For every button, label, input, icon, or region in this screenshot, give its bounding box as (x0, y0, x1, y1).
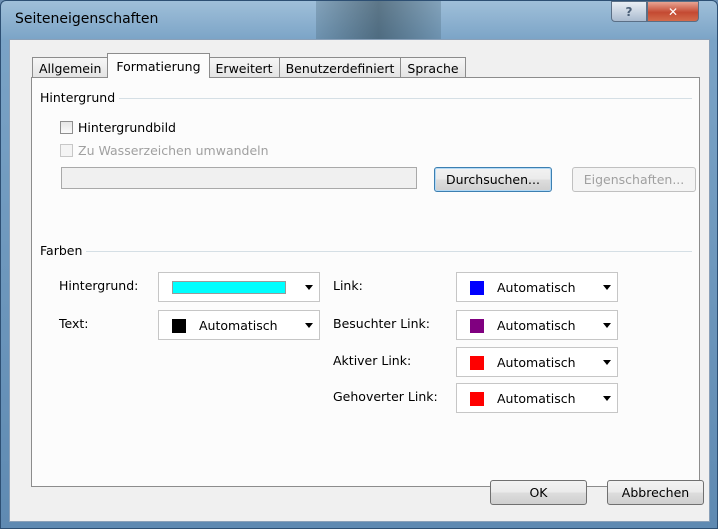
bg-image-checkbox[interactable] (60, 121, 73, 134)
background-group-label: Hintergrund (40, 90, 120, 105)
visited-link-color-label: Besuchter Link: (333, 316, 431, 331)
hover-link-color-value: Automatisch (497, 391, 576, 406)
visited-link-color-value: Automatisch (497, 318, 576, 333)
link-color-value: Automatisch (497, 280, 576, 295)
bg-image-checkbox-row[interactable]: Hintergrundbild (60, 120, 176, 135)
active-link-color-dropdown[interactable]: Automatisch (456, 347, 618, 377)
chevron-down-icon (603, 285, 611, 290)
text-color-label: Text: (59, 316, 89, 331)
watermark-checkbox-row[interactable]: Zu Wasserzeichen umwandeln (60, 143, 269, 158)
hover-link-color-dropdown[interactable]: Automatisch (456, 383, 618, 413)
ok-button[interactable]: OK (490, 480, 587, 505)
active-link-color-swatch (470, 356, 484, 370)
chevron-down-icon (305, 323, 313, 328)
watermark-checkbox-label: Zu Wasserzeichen umwandeln (78, 143, 269, 158)
chevron-down-icon (305, 285, 313, 290)
properties-button[interactable]: Eigenschaften... (572, 167, 696, 192)
tab-strip: Allgemein Formatierung Erweitert Benutze… (32, 53, 466, 78)
tab-sprache[interactable]: Sprache (400, 57, 466, 78)
close-button[interactable]: ✕ (647, 1, 699, 22)
close-icon: ✕ (667, 4, 679, 19)
window-title: Seiteneigenschaften (15, 11, 159, 27)
background-group-divider (40, 98, 692, 99)
hover-link-color-label: Gehoverter Link: (333, 389, 438, 404)
bg-image-checkbox-label: Hintergrundbild (78, 120, 176, 135)
text-color-swatch (172, 319, 186, 333)
help-icon: ? (625, 4, 633, 19)
watermark-checkbox[interactable] (60, 144, 73, 157)
tab-allgemein[interactable]: Allgemein (32, 57, 109, 78)
hover-link-color-swatch (470, 392, 484, 406)
background-color-label: Hintergrund: (59, 278, 139, 293)
active-link-color-value: Automatisch (497, 355, 576, 370)
cancel-button[interactable]: Abbrechen (607, 480, 704, 505)
dialog-window: Seiteneigenschaften ? ✕ Allgemein Format… (0, 0, 718, 529)
colors-group-label: Farben (40, 243, 87, 258)
background-image-path-input[interactable] (61, 167, 417, 189)
tab-formatierung[interactable]: Formatierung (107, 53, 210, 78)
visited-link-color-swatch (470, 319, 484, 333)
text-color-value: Automatisch (199, 318, 278, 333)
active-link-color-label: Aktiver Link: (333, 353, 412, 368)
link-color-dropdown[interactable]: Automatisch (456, 272, 618, 302)
background-color-dropdown[interactable] (158, 272, 320, 302)
help-button[interactable]: ? (611, 1, 647, 22)
tab-panel-formatierung: Hintergrund Hintergrundbild Zu Wasserzei… (31, 77, 700, 487)
colors-group-divider (40, 251, 692, 252)
chevron-down-icon (603, 323, 611, 328)
title-bar[interactable]: Seiteneigenschaften ? ✕ (1, 1, 717, 39)
browse-button[interactable]: Durchsuchen... (434, 167, 552, 192)
link-color-label: Link: (333, 278, 363, 293)
chevron-down-icon (603, 396, 611, 401)
tab-erweitert[interactable]: Erweitert (208, 57, 280, 78)
visited-link-color-dropdown[interactable]: Automatisch (456, 310, 618, 340)
chevron-down-icon (603, 360, 611, 365)
dialog-client-area: Allgemein Formatierung Erweitert Benutze… (9, 39, 710, 522)
text-color-dropdown[interactable]: Automatisch (158, 310, 320, 340)
background-color-swatch (172, 281, 286, 294)
titlebar-background-decoration (316, 1, 441, 39)
tab-benutzerdefiniert[interactable]: Benutzerdefiniert (278, 57, 402, 78)
link-color-swatch (470, 281, 484, 295)
